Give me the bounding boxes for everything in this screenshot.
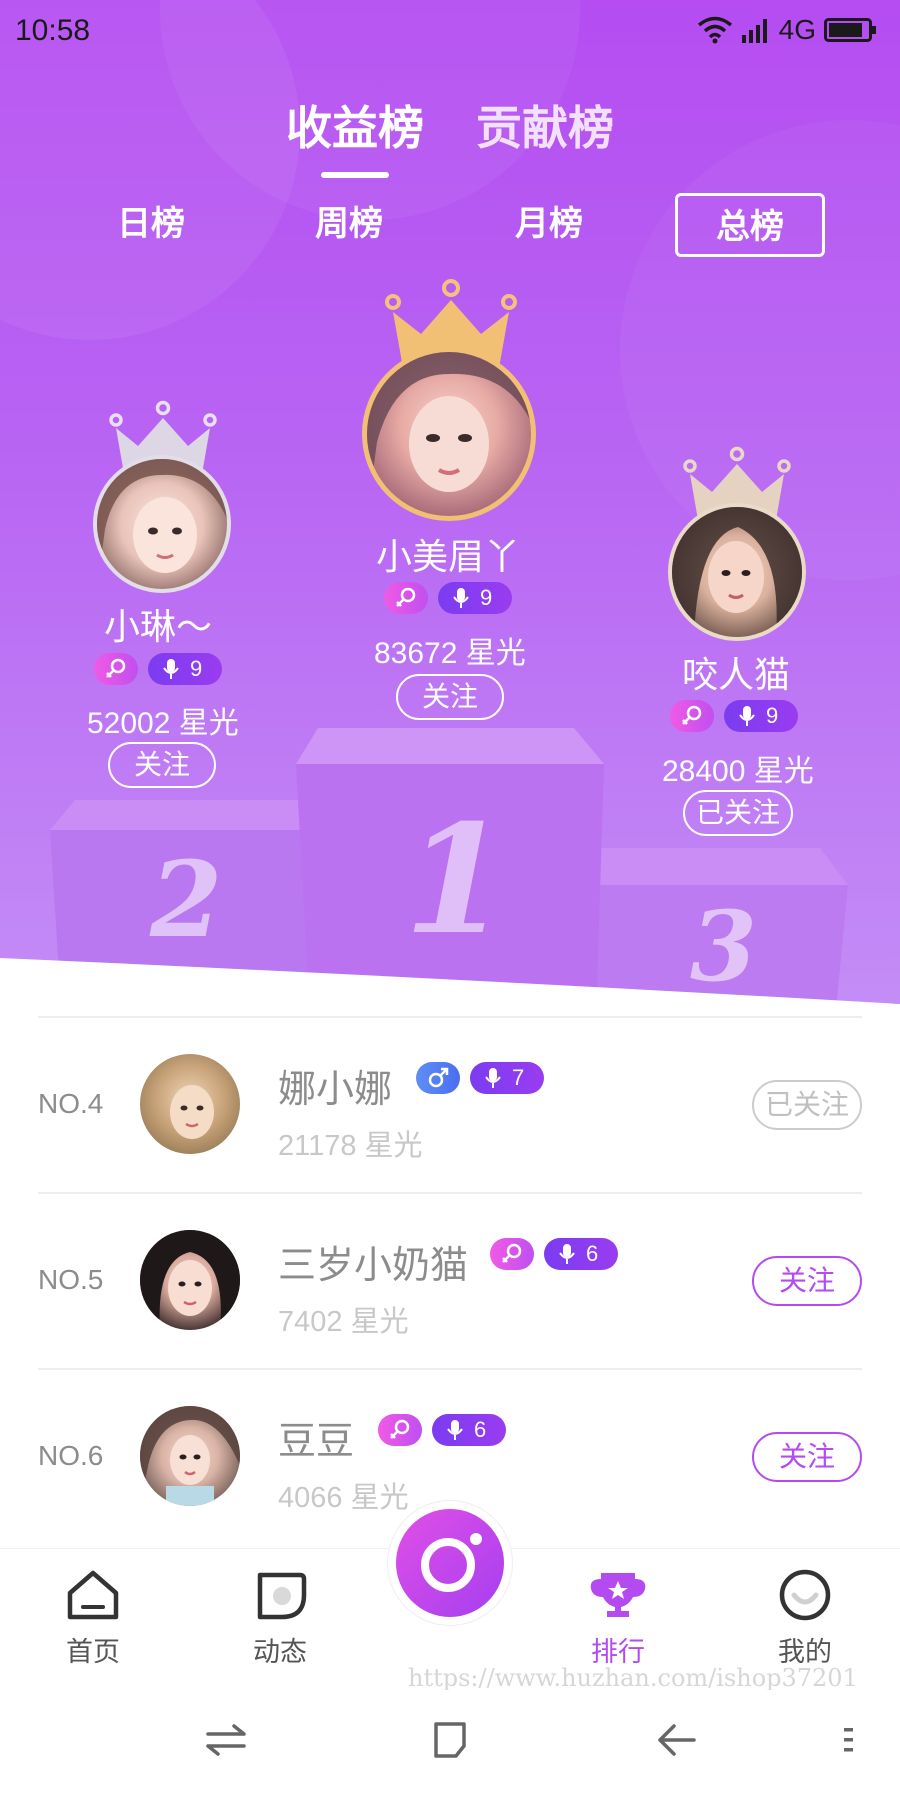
camera-icon xyxy=(421,1533,482,1592)
avatar[interactable] xyxy=(140,1406,240,1506)
switch-apps-icon[interactable] xyxy=(204,1720,248,1760)
level-value: 7 xyxy=(512,1065,525,1090)
nav-label: 动态 xyxy=(253,1637,307,1667)
avatar-portrait xyxy=(140,1406,240,1506)
profile-icon xyxy=(779,1569,831,1621)
level-badge: 9 xyxy=(438,582,512,614)
nav-moments[interactable]: 动态 xyxy=(220,1569,340,1669)
winner-name-2: 小琳～ xyxy=(104,606,213,647)
watermark-url: https://www.huzhan.com/ishop37201 xyxy=(408,1664,858,1692)
rank-number: NO.5 xyxy=(38,1264,104,1295)
microphone-icon xyxy=(453,588,469,608)
follow-button[interactable]: 关注 xyxy=(752,1256,862,1306)
user-name: 三岁小奶猫 xyxy=(278,1245,469,1287)
leaderboard-hero: 10:58 4G 收益榜 贡献榜 日榜 周榜 月榜 总榜 2 1 3 小美眉丫 … xyxy=(0,0,900,1020)
avatar-portrait xyxy=(170,1085,214,1139)
level-value: 6 xyxy=(586,1241,599,1266)
winner-avatar-1[interactable] xyxy=(362,347,536,521)
male-gender-icon xyxy=(416,1062,460,1094)
avatar-portrait xyxy=(367,352,531,516)
winner-score-1: 83672 星光 xyxy=(374,637,526,670)
female-gender-icon xyxy=(670,700,714,732)
female-gender-icon xyxy=(490,1238,534,1270)
level-value: 6 xyxy=(474,1417,487,1442)
winner-badges-3: 9 xyxy=(670,700,798,732)
female-gender-icon xyxy=(378,1414,422,1446)
user-name: 豆豆 xyxy=(278,1421,355,1463)
winner-avatar-2[interactable] xyxy=(93,455,231,593)
microphone-icon xyxy=(739,706,755,726)
microphone-icon xyxy=(163,659,179,679)
winner-name-1: 小美眉丫 xyxy=(376,536,521,577)
rank-number: NO.6 xyxy=(38,1440,104,1471)
avatar-portrait xyxy=(97,459,227,589)
level-value: 9 xyxy=(480,585,493,610)
go-live-button[interactable] xyxy=(396,1509,504,1617)
user-badges: 6 xyxy=(378,1414,506,1446)
rank-number: NO.4 xyxy=(38,1088,104,1119)
microphone-icon xyxy=(559,1244,575,1264)
level-badge: 6 xyxy=(544,1238,618,1270)
level-badge: 7 xyxy=(470,1062,544,1094)
microphone-icon xyxy=(447,1420,463,1440)
followed-button[interactable]: 已关注 xyxy=(752,1080,862,1130)
microphone-icon xyxy=(485,1068,501,1088)
level-badge: 6 xyxy=(432,1414,506,1446)
user-score: 4066 星光 xyxy=(278,1482,409,1514)
avatar-portrait xyxy=(672,507,802,637)
list-item[interactable]: NO.4 娜小娜 7 21178 星光 已关注 xyxy=(38,1016,862,1192)
winner-badges-2: 9 xyxy=(94,653,222,685)
avatar[interactable] xyxy=(140,1230,240,1330)
follow-button-3[interactable]: 已关注 xyxy=(683,790,793,836)
nav-rank[interactable]: 排行 xyxy=(558,1569,678,1669)
nav-home[interactable]: 首页 xyxy=(33,1569,153,1669)
trophy-icon xyxy=(590,1573,646,1617)
user-name: 娜小娜 xyxy=(278,1069,393,1111)
follow-button[interactable]: 关注 xyxy=(752,1432,862,1482)
user-badges: 6 xyxy=(490,1238,618,1270)
list-item[interactable]: NO.5 三岁小奶猫 6 7402 星光 关注 xyxy=(38,1192,862,1368)
avatar-portrait xyxy=(140,1230,240,1330)
female-gender-icon xyxy=(94,653,138,685)
home-icon xyxy=(67,1570,119,1620)
winner-name-3: 咬人猫 xyxy=(682,654,791,695)
winner-score-3: 28400 星光 xyxy=(662,755,814,788)
female-gender-icon xyxy=(384,582,428,614)
winner-avatar-3[interactable] xyxy=(668,503,806,641)
user-score: 7402 星光 xyxy=(278,1306,409,1338)
winner-score-2: 52002 星光 xyxy=(87,707,239,740)
back-arrow-icon[interactable] xyxy=(654,1720,698,1760)
moments-icon xyxy=(257,1572,307,1620)
system-navigation-bar xyxy=(0,1690,900,1800)
level-value: 9 xyxy=(766,703,779,728)
user-score: 21178 星光 xyxy=(278,1130,423,1162)
home-square-icon[interactable] xyxy=(430,1720,470,1760)
nav-profile[interactable]: 我的 xyxy=(745,1569,865,1669)
nav-label: 首页 xyxy=(66,1637,120,1667)
more-menu-icon[interactable] xyxy=(840,1720,856,1760)
level-value: 9 xyxy=(190,656,203,681)
follow-button-2[interactable]: 关注 xyxy=(108,742,216,788)
winner-badges-1: 9 xyxy=(384,582,512,614)
user-badges: 7 xyxy=(416,1062,544,1094)
level-badge: 9 xyxy=(148,653,222,685)
avatar[interactable] xyxy=(140,1054,240,1154)
level-badge: 9 xyxy=(724,700,798,732)
follow-button-1[interactable]: 关注 xyxy=(396,674,504,720)
